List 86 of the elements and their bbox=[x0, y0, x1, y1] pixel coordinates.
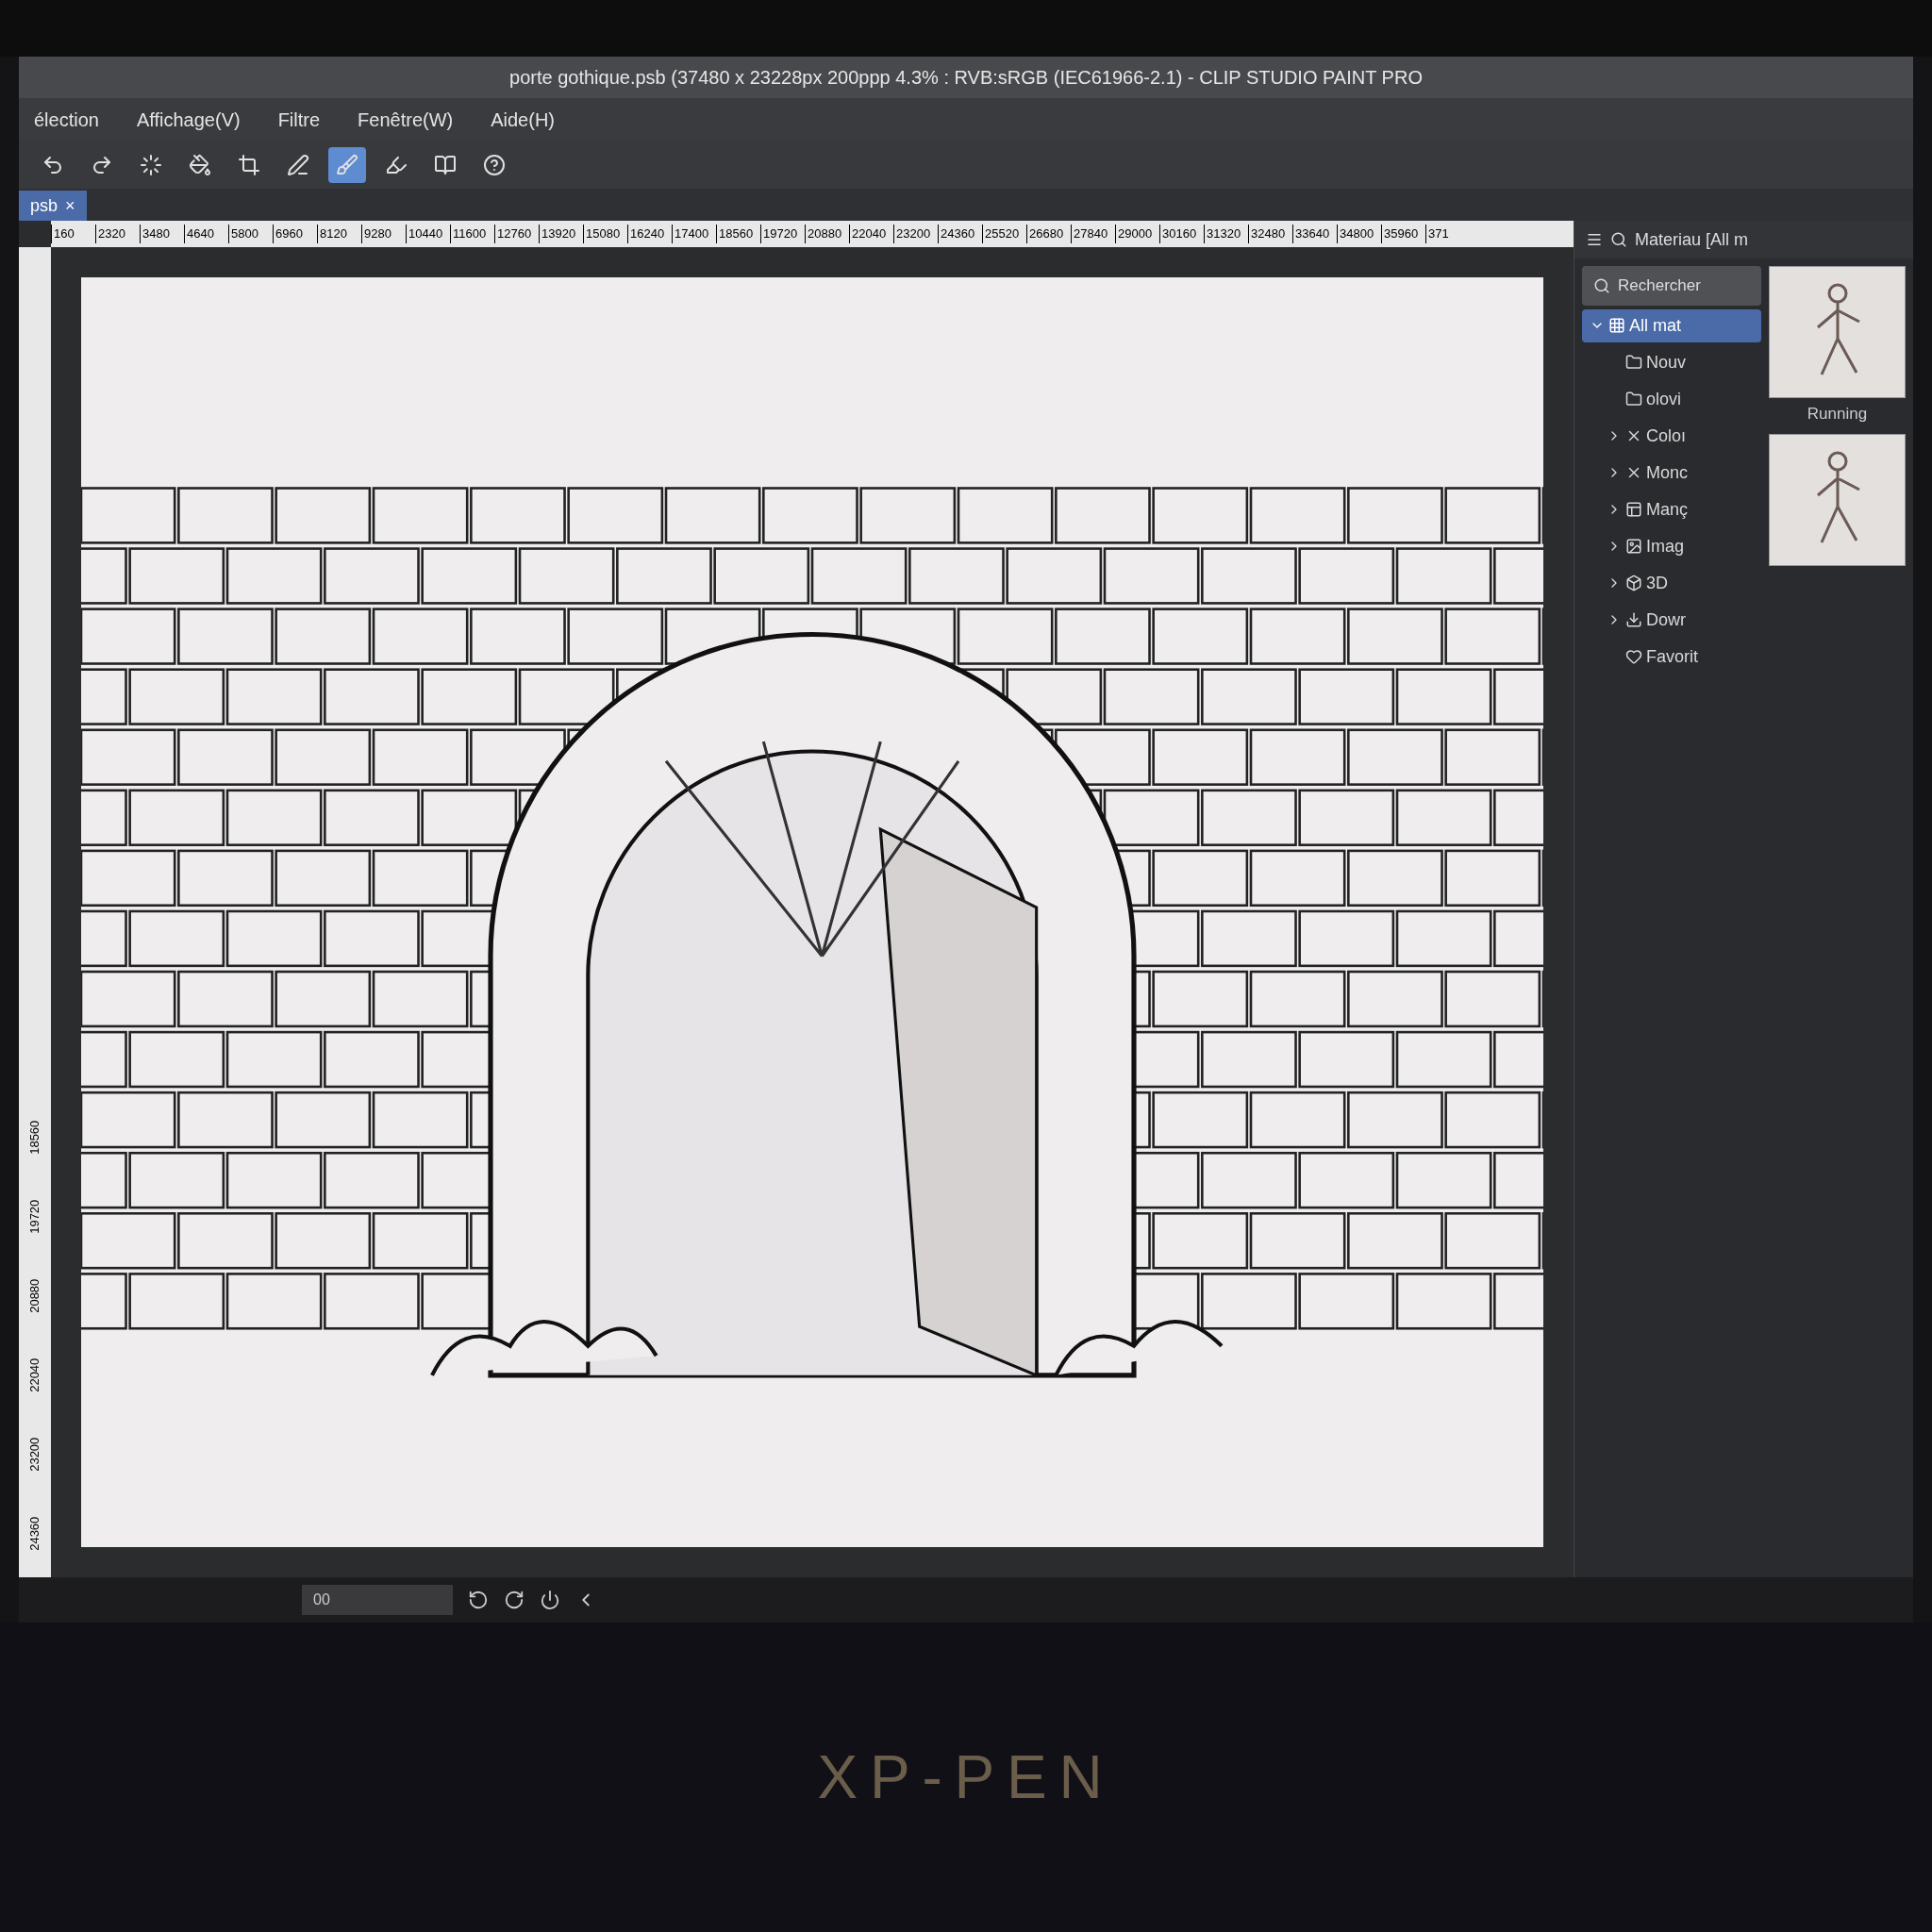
window-title: porte gothique.psb (37480 x 23228px 200ppp 4.3% : RVB:sRGB (IEC61966-2.1) - CLIP STUDIO PAINT PRO bbox=[509, 66, 1423, 90]
ruler-label: 33640 bbox=[1292, 225, 1337, 243]
material-thumbnail[interactable] bbox=[1769, 433, 1906, 566]
material-thumbnail[interactable] bbox=[1769, 266, 1906, 398]
undo-icon bbox=[42, 154, 64, 176]
category-icon bbox=[1625, 501, 1642, 518]
search-icon[interactable] bbox=[1610, 231, 1627, 248]
ruler-label: 19720 bbox=[26, 1198, 43, 1237]
ruler-label: 24360 bbox=[938, 225, 982, 243]
pen-icon bbox=[287, 154, 309, 176]
ruler-label: 24360 bbox=[26, 1515, 43, 1554]
ruler-label: 13920 bbox=[539, 225, 583, 243]
ruler-label: 20880 bbox=[26, 1277, 43, 1316]
search-button[interactable]: Rechercher bbox=[1582, 266, 1761, 306]
crop-icon bbox=[238, 154, 260, 176]
ruler-label: 11600 bbox=[450, 225, 494, 243]
search-icon bbox=[1593, 276, 1610, 294]
highlighter-icon bbox=[385, 154, 408, 176]
brush-icon bbox=[336, 154, 358, 176]
ruler-label: 34800 bbox=[1337, 225, 1381, 243]
help-icon bbox=[483, 154, 506, 176]
ruler-label: 35960 bbox=[1381, 225, 1425, 243]
ruler-label: 3480 bbox=[140, 225, 184, 243]
material-tree-item[interactable]: Monc bbox=[1599, 456, 1761, 490]
material-tree-item[interactable]: Dowr bbox=[1599, 603, 1761, 637]
ruler-label: 31320 bbox=[1204, 225, 1248, 243]
material-tree-item[interactable]: All mat bbox=[1582, 308, 1761, 342]
material-tree-item[interactable]: olovi bbox=[1599, 382, 1761, 416]
ruler-label: 4640 bbox=[184, 225, 228, 243]
menu-icon[interactable] bbox=[1586, 231, 1603, 248]
menu-item[interactable]: Affichage(V) bbox=[136, 106, 241, 134]
ruler-label: 10440 bbox=[406, 225, 450, 243]
material-tree-item[interactable]: 3D bbox=[1599, 566, 1761, 600]
heart-icon bbox=[1625, 648, 1642, 665]
ruler-label: 8120 bbox=[317, 225, 361, 243]
panel-title: Materiau [All m bbox=[1635, 228, 1749, 251]
document-tab[interactable]: psb × bbox=[19, 191, 87, 221]
menu-item[interactable]: Filtre bbox=[277, 106, 321, 134]
ruler-label: 20880 bbox=[805, 225, 849, 243]
ruler-label: 23200 bbox=[26, 1436, 43, 1474]
folder-icon bbox=[1625, 354, 1642, 371]
ruler-label: 32480 bbox=[1248, 225, 1292, 243]
menu-item[interactable]: Fenêtre(W) bbox=[358, 106, 454, 134]
category-icon bbox=[1608, 317, 1625, 334]
ruler-label: 22040 bbox=[849, 225, 893, 243]
zoom-field[interactable]: 00 bbox=[302, 1585, 453, 1615]
close-icon[interactable]: × bbox=[65, 192, 75, 219]
material-tree-item[interactable]: Favorit bbox=[1599, 640, 1761, 674]
ruler-label: 27840 bbox=[1071, 225, 1115, 243]
thumbnail-caption: Running bbox=[1807, 404, 1868, 425]
menu-item[interactable]: élection bbox=[34, 106, 99, 134]
ruler-label: 9280 bbox=[361, 225, 406, 243]
ruler-label: 23200 bbox=[893, 225, 938, 243]
ruler-label: 160 bbox=[51, 225, 95, 243]
ruler-label: 25520 bbox=[982, 225, 1026, 243]
ruler-label: 16240 bbox=[627, 225, 672, 243]
ruler-label: 30160 bbox=[1159, 225, 1204, 243]
ruler-label: 22040 bbox=[26, 1357, 43, 1395]
category-icon bbox=[1625, 575, 1642, 591]
device-logo: XP-PEN bbox=[817, 1742, 1115, 1813]
rotate-right-icon[interactable] bbox=[504, 1590, 525, 1610]
ruler-label: 6960 bbox=[273, 225, 317, 243]
ruler-label: 29000 bbox=[1115, 225, 1159, 243]
ruler-label: 15080 bbox=[583, 225, 627, 243]
category-icon bbox=[1625, 611, 1642, 628]
ruler-label: 18560 bbox=[716, 225, 760, 243]
ruler-label: 18560 bbox=[26, 1119, 43, 1158]
material-tree-item[interactable]: Coloı bbox=[1599, 419, 1761, 453]
category-icon bbox=[1625, 538, 1642, 555]
ruler-label: 17400 bbox=[672, 225, 716, 243]
material-tree-item[interactable]: Manç bbox=[1599, 492, 1761, 526]
ruler-label: 26680 bbox=[1026, 225, 1071, 243]
spinner-icon bbox=[140, 154, 162, 176]
folder-icon bbox=[1625, 391, 1642, 408]
material-tree-item[interactable]: Imag bbox=[1599, 529, 1761, 563]
ruler-label: 5800 bbox=[228, 225, 273, 243]
redo-icon bbox=[91, 154, 113, 176]
book-icon bbox=[434, 154, 457, 176]
ruler-label: 19720 bbox=[760, 225, 805, 243]
paint-bucket-icon bbox=[189, 154, 211, 176]
menu-item[interactable]: Aide(H) bbox=[491, 106, 555, 134]
material-tree-item[interactable]: Nouv bbox=[1599, 345, 1761, 379]
ruler-label: 12760 bbox=[494, 225, 539, 243]
ruler-label: 2320 bbox=[95, 225, 140, 243]
rotate-left-icon[interactable] bbox=[468, 1590, 489, 1610]
ruler-label: 371 bbox=[1425, 225, 1470, 243]
